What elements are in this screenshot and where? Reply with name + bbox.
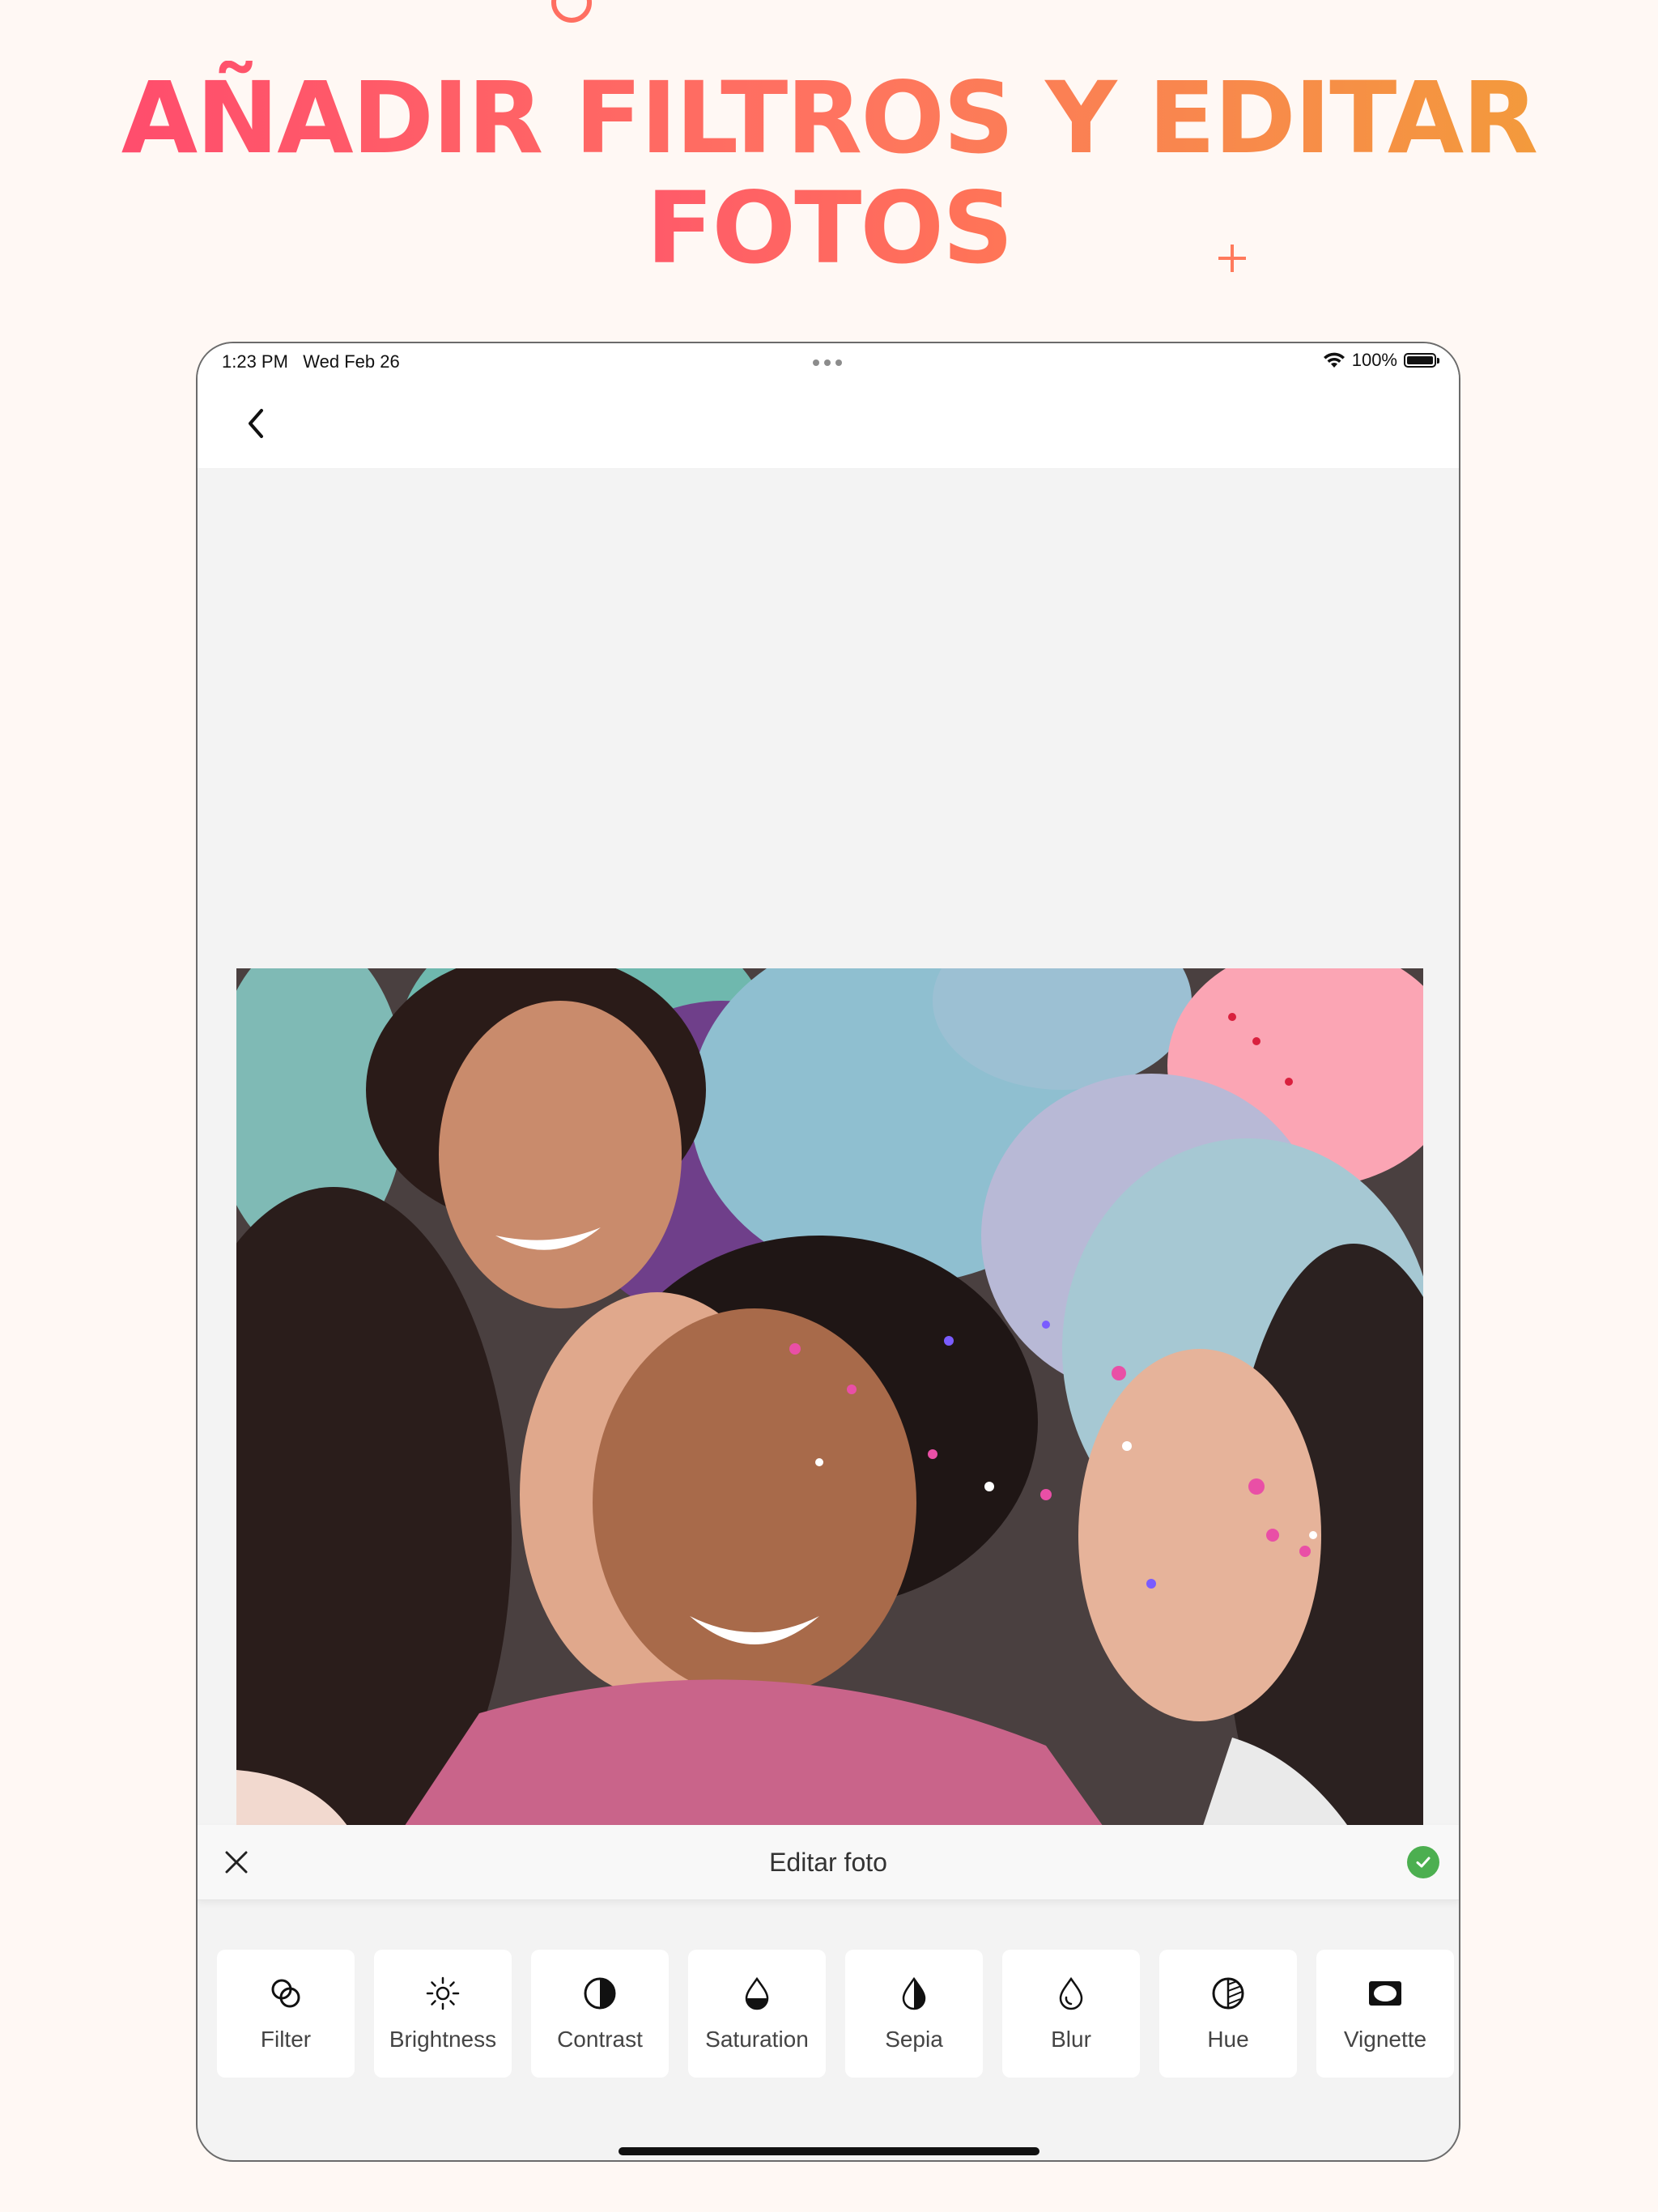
tool-label: Vignette [1343,2027,1427,2052]
close-button[interactable] [217,1843,256,1882]
tool-saturation[interactable]: Saturation [688,1950,826,2078]
headline: AÑADIR FILTROS Y EDITAR FOTOS [0,63,1658,283]
close-icon [225,1851,248,1874]
vignette-icon [1369,1981,1401,2006]
battery-icon [1404,353,1439,368]
droplet-half-icon [745,1976,769,2010]
check-circle-icon [1416,1857,1431,1868]
navigation-bar [198,382,1459,468]
app-store-screenshot: AÑADIR FILTROS Y EDITAR FOTOS 1:23 PM We… [0,0,1658,2212]
confirm-button[interactable] [1407,1846,1439,1878]
tool-sepia[interactable]: Sepia [845,1950,983,2078]
tool-label: Blur [1051,2027,1091,2052]
headline-line-2: FOTOS [646,171,1014,286]
multitask-dots-icon[interactable] [813,359,842,366]
tool-blur[interactable]: Blur [1002,1950,1140,2078]
tool-label: Hue [1207,2027,1249,2052]
status-date: Wed Feb 26 [303,351,400,372]
edit-photo-toolbar: Editar foto [198,1825,1459,1900]
sun-icon [426,1976,460,2010]
back-button[interactable] [236,403,277,444]
filter-overlap-icon [271,1979,300,2008]
chevron-left-icon [249,409,263,438]
contrast-icon [584,1977,616,2010]
tool-label: Contrast [557,2027,643,2052]
status-time-date: 1:23 PM Wed Feb 26 [222,351,400,372]
photo-party-friends-image [236,968,1423,1860]
home-indicator[interactable] [619,2147,1039,2155]
headline-line-1: AÑADIR FILTROS Y EDITAR [121,61,1538,176]
tool-brightness[interactable]: Brightness [374,1950,512,2078]
status-bar: 1:23 PM Wed Feb 26 100% [198,343,1459,382]
battery-percent: 100% [1351,350,1397,370]
tool-filter[interactable]: Filter [217,1950,355,2078]
tool-vignette[interactable]: Vignette [1316,1950,1454,2078]
tool-label: Sepia [885,2027,943,2052]
tool-label: Filter [260,2027,312,2052]
droplet-split-icon [902,1976,926,2010]
edit-photo-title: Editar foto [769,1848,887,1877]
edit-tools-row: Filter Brightness Contrast Saturation Se… [217,1950,1454,2078]
decorative-ring-icon [551,0,592,23]
tool-label: Brightness [389,2027,497,2052]
hue-icon [1212,1977,1244,2010]
status-right: 100% [1323,350,1439,371]
tablet-frame: 1:23 PM Wed Feb 26 100% Editar foto Filt… [196,342,1460,2162]
droplet-outline-icon [1059,1976,1083,2010]
tool-label: Saturation [705,2027,809,2052]
tool-contrast[interactable]: Contrast [531,1950,669,2078]
photo-preview[interactable] [236,968,1423,1860]
wifi-icon [1323,352,1345,368]
status-time: 1:23 PM [222,351,288,372]
tool-hue[interactable]: Hue [1159,1950,1297,2078]
